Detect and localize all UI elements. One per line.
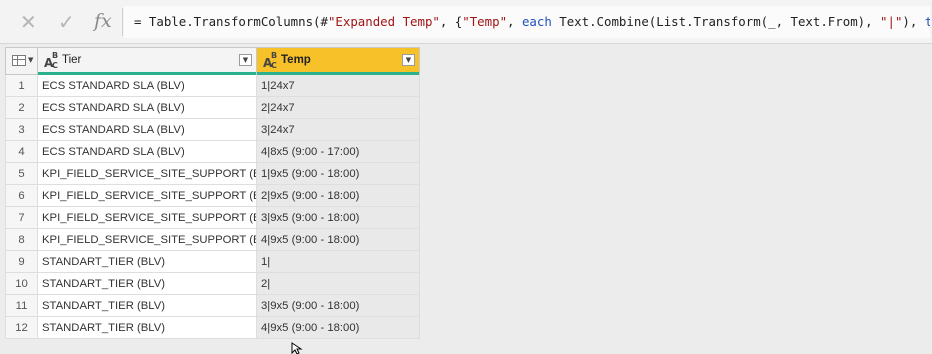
column-header-label: Temp bbox=[281, 54, 311, 66]
formula-token: each bbox=[521, 14, 552, 29]
formula-token: type text bbox=[924, 14, 930, 29]
row-index-cell[interactable]: 11 bbox=[5, 294, 38, 317]
check-icon[interactable]: ✓ bbox=[58, 12, 75, 32]
table-row[interactable]: 6 KPI_FIELD_SERVICE_SITE_SUPPORT (BLV) 2|9… bbox=[5, 184, 420, 207]
row-index-cell[interactable]: 3 bbox=[5, 118, 38, 141]
table-menu-button[interactable]: ▼ bbox=[5, 47, 38, 75]
formula-token: Text.Combine(List.Transform(_, Text.From… bbox=[551, 14, 881, 29]
filter-dropdown-icon[interactable]: ▼ bbox=[402, 54, 415, 66]
filter-dropdown-icon[interactable]: ▼ bbox=[239, 54, 252, 66]
temp-cell[interactable]: 2| bbox=[256, 272, 420, 295]
data-grid: ▼ ABC Tier ▼ ABC Temp ▼ 1 ECS STANDARD S… bbox=[5, 47, 420, 339]
temp-cell[interactable]: 1|9x5 (9:00 - 18:00) bbox=[256, 162, 420, 185]
table-row[interactable]: 8 KPI_FIELD_SERVICE_SITE_SUPPORT (BLV) 4|9… bbox=[5, 228, 420, 251]
table-row[interactable]: 2 ECS STANDARD SLA (BLV) 2|24x7 bbox=[5, 96, 420, 119]
formula-divider bbox=[122, 8, 123, 36]
formula-token: ), bbox=[902, 14, 925, 29]
table-row[interactable]: 11 STANDART_TIER (BLV) 3|9x5 (9:00 - 18:00… bbox=[5, 294, 420, 317]
table-row[interactable]: 5 KPI_FIELD_SERVICE_SITE_SUPPORT (BLV) 1|9… bbox=[5, 162, 420, 185]
temp-cell[interactable]: 4|8x5 (9:00 - 17:00) bbox=[256, 140, 420, 163]
table-row[interactable]: 10 STANDART_TIER (BLV) 2| bbox=[5, 272, 420, 295]
row-index-cell[interactable]: 8 bbox=[5, 228, 38, 251]
row-index-cell[interactable]: 4 bbox=[5, 140, 38, 163]
tier-cell[interactable]: KPI_FIELD_SERVICE_SITE_SUPPORT (BLV) bbox=[37, 206, 257, 229]
formula-bar: ✕ ✓ fx = Table.TransformColumns(#"Expand… bbox=[0, 0, 932, 44]
close-icon[interactable]: ✕ bbox=[20, 12, 37, 32]
tier-cell[interactable]: ECS STANDARD SLA (BLV) bbox=[37, 118, 257, 141]
temp-cell[interactable]: 2|24x7 bbox=[256, 96, 420, 119]
column-quality-bar bbox=[38, 72, 256, 75]
table-row[interactable]: 4 ECS STANDARD SLA (BLV) 4|8x5 (9:00 - 17:… bbox=[5, 140, 420, 163]
tier-cell[interactable]: STANDART_TIER (BLV) bbox=[37, 272, 257, 295]
column-quality-bar bbox=[257, 72, 419, 75]
column-header-label: Tier bbox=[62, 54, 82, 66]
formula-token: , bbox=[507, 14, 522, 29]
tier-cell[interactable]: ECS STANDARD SLA (BLV) bbox=[37, 74, 257, 97]
tier-cell[interactable]: ECS STANDARD SLA (BLV) bbox=[37, 140, 257, 163]
temp-cell[interactable]: 1|24x7 bbox=[256, 74, 420, 97]
tier-cell[interactable]: KPI_FIELD_SERVICE_SITE_SUPPORT (BLV) bbox=[37, 162, 257, 185]
tier-cell[interactable]: ECS STANDARD SLA (BLV) bbox=[37, 96, 257, 119]
temp-cell[interactable]: 2|9x5 (9:00 - 18:00) bbox=[256, 184, 420, 207]
tier-cell[interactable]: STANDART_TIER (BLV) bbox=[37, 294, 257, 317]
table-icon bbox=[12, 55, 26, 66]
row-index-cell[interactable]: 7 bbox=[5, 206, 38, 229]
formula-token: , { bbox=[439, 14, 463, 29]
row-index-cell[interactable]: 10 bbox=[5, 272, 38, 295]
table-row[interactable]: 3 ECS STANDARD SLA (BLV) 3|24x7 bbox=[5, 118, 420, 141]
row-index-cell[interactable]: 12 bbox=[5, 316, 38, 339]
formula-token: "Temp" bbox=[462, 14, 508, 29]
fx-icon[interactable]: fx bbox=[94, 11, 112, 31]
temp-cell[interactable]: 3|24x7 bbox=[256, 118, 420, 141]
temp-cell[interactable]: 1| bbox=[256, 250, 420, 273]
row-index-cell[interactable]: 9 bbox=[5, 250, 38, 273]
formula-token: "|" bbox=[880, 14, 903, 29]
temp-cell[interactable]: 3|9x5 (9:00 - 18:00) bbox=[256, 206, 420, 229]
row-index-cell[interactable]: 6 bbox=[5, 184, 38, 207]
tier-cell[interactable]: STANDART_TIER (BLV) bbox=[37, 250, 257, 273]
tier-cell[interactable]: STANDART_TIER (BLV) bbox=[37, 316, 257, 339]
row-index-cell[interactable]: 1 bbox=[5, 74, 38, 97]
temp-cell[interactable]: 4|9x5 (9:00 - 18:00) bbox=[256, 316, 420, 339]
chevron-down-icon: ▼ bbox=[28, 56, 34, 64]
row-index-cell[interactable]: 2 bbox=[5, 96, 38, 119]
formula-token: = Table.TransformColumns(# bbox=[134, 14, 328, 29]
table-row[interactable]: 7 KPI_FIELD_SERVICE_SITE_SUPPORT (BLV) 3|9… bbox=[5, 206, 420, 229]
temp-cell[interactable]: 4|9x5 (9:00 - 18:00) bbox=[256, 228, 420, 251]
formula-token: "Expanded Temp" bbox=[327, 14, 440, 29]
column-header-temp[interactable]: ABC Temp ▼ bbox=[256, 47, 420, 75]
formula-input[interactable]: = Table.TransformColumns(#"Expanded Temp… bbox=[124, 6, 930, 38]
tier-cell[interactable]: KPI_FIELD_SERVICE_SITE_SUPPORT (BLV) bbox=[37, 228, 257, 251]
row-index-cell[interactable]: 5 bbox=[5, 162, 38, 185]
table-row[interactable]: 9 STANDART_TIER (BLV) 1| bbox=[5, 250, 420, 273]
table-row[interactable]: 1 ECS STANDARD SLA (BLV) 1|24x7 bbox=[5, 74, 420, 97]
temp-cell[interactable]: 3|9x5 (9:00 - 18:00) bbox=[256, 294, 420, 317]
table-row[interactable]: 12 STANDART_TIER (BLV) 4|9x5 (9:00 - 18:00… bbox=[5, 316, 420, 339]
data-grid-panel: ▼ ABC Tier ▼ ABC Temp ▼ 1 ECS STANDARD S… bbox=[0, 44, 932, 351]
tier-cell[interactable]: KPI_FIELD_SERVICE_SITE_SUPPORT (BLV) bbox=[37, 184, 257, 207]
column-header-tier[interactable]: ABC Tier ▼ bbox=[37, 47, 257, 75]
